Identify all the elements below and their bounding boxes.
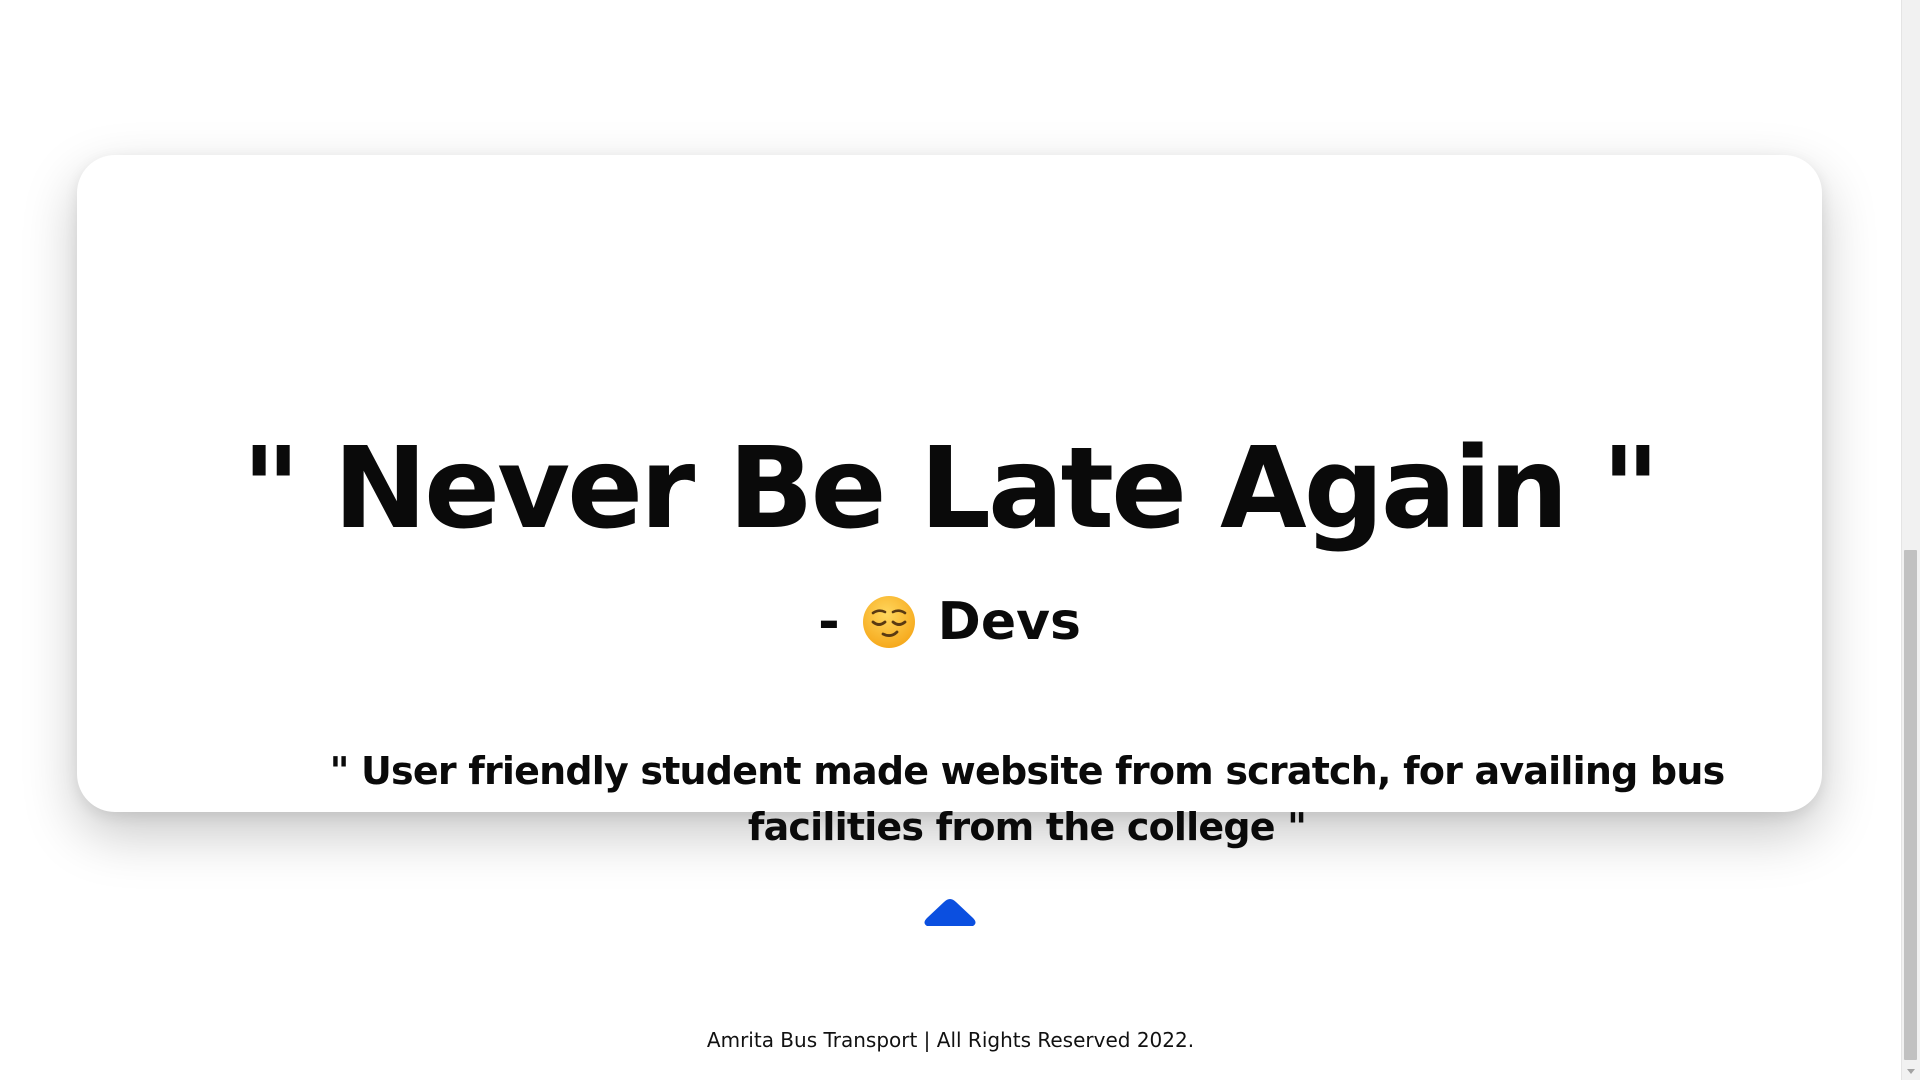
page: " Never Be Late Again " - Devs " User fr…	[0, 0, 1901, 1080]
chevron-up-icon	[924, 899, 976, 926]
attribution: - Devs	[77, 595, 1822, 649]
tagline: " User friendly student made website fro…	[329, 749, 1726, 849]
quote-card: " Never Be Late Again " - Devs " User fr…	[77, 155, 1822, 849]
scroll-to-top-button[interactable]	[920, 893, 980, 933]
relieved-face-icon	[862, 596, 915, 648]
attribution-dash: -	[818, 592, 840, 652]
attribution-name: Devs	[937, 592, 1081, 652]
scrollbar-thumb[interactable]	[1904, 550, 1917, 1060]
page-scrollbar[interactable]	[1901, 0, 1920, 1080]
footer-text: Amrita Bus Transport | All Rights Reserv…	[706, 1028, 1195, 1052]
headline: " Never Be Late Again "	[242, 424, 1660, 554]
scrollbar-down-arrow-icon[interactable]	[1907, 1069, 1915, 1074]
